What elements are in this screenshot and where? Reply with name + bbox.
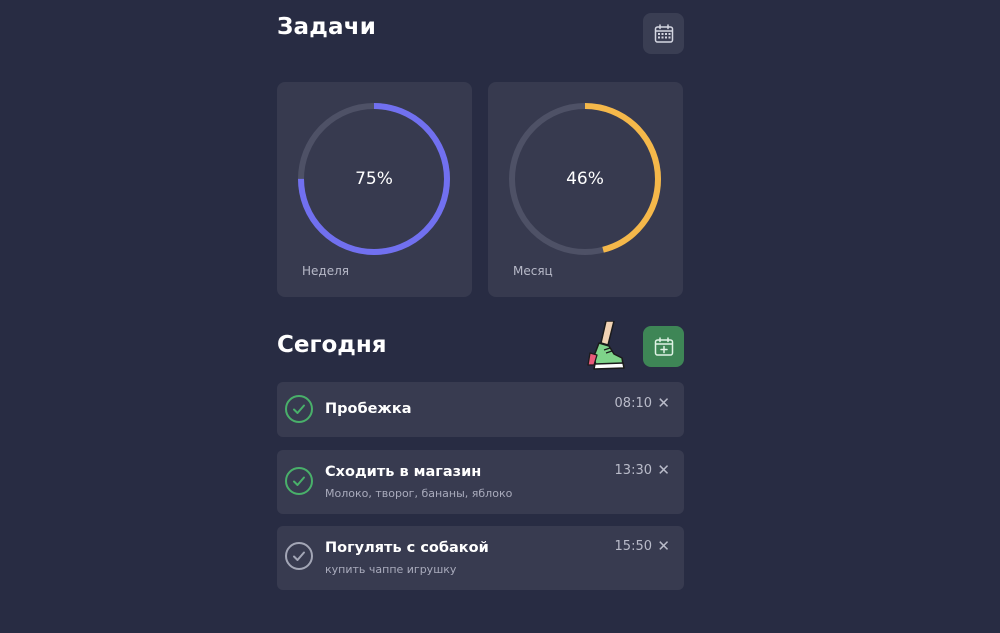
close-icon[interactable]: ✕ [657,396,670,411]
task-time: 08:10 [614,396,652,411]
page-title: Задачи [277,14,377,40]
task-title: Пробежка [325,401,412,417]
task-item-shopping[interactable]: Сходить в магазин Молоко, творог, бананы… [277,450,684,514]
task-title: Погулять с собакой [325,540,489,556]
calendar-add-icon [654,336,673,356]
week-progress-card[interactable]: 75% Неделя [277,82,472,297]
progress-cards: 75% Неделя 46% Месяц [277,82,684,297]
today-heading: Сегодня [277,332,387,358]
task-title: Сходить в магазин [325,464,482,480]
month-progress-card[interactable]: 46% Месяц [488,82,683,297]
checkmark-icon [293,476,305,486]
close-icon[interactable]: ✕ [657,463,670,478]
close-icon[interactable]: ✕ [657,539,670,554]
tasks-app: Задачи 75% Неделя 46% Месяц Сегодня Проб… [277,0,684,633]
task-done-checkbox[interactable] [285,395,313,423]
task-item-dog-walk[interactable]: Погулять с собакой купить чаппе игрушку … [277,526,684,590]
calendar-icon [654,23,673,43]
checkmark-icon [293,404,305,414]
task-time: 13:30 [614,463,652,478]
week-percent: 75% [355,169,393,189]
add-task-button[interactable] [643,326,684,367]
calendar-button[interactable] [643,13,684,54]
task-todo-checkbox[interactable] [285,542,313,570]
month-percent: 46% [566,169,604,189]
task-item-run[interactable]: Пробежка 08:10 ✕ [277,382,684,437]
task-time: 15:50 [614,539,652,554]
running-legs-sneakers-icon [587,321,625,370]
task-subtitle: купить чаппе игрушку [325,563,457,576]
checkmark-icon [293,551,305,561]
week-label: Неделя [302,264,349,278]
task-subtitle: Молоко, творог, бананы, яблоко [325,487,513,500]
task-done-checkbox[interactable] [285,467,313,495]
month-label: Месяц [513,264,553,278]
